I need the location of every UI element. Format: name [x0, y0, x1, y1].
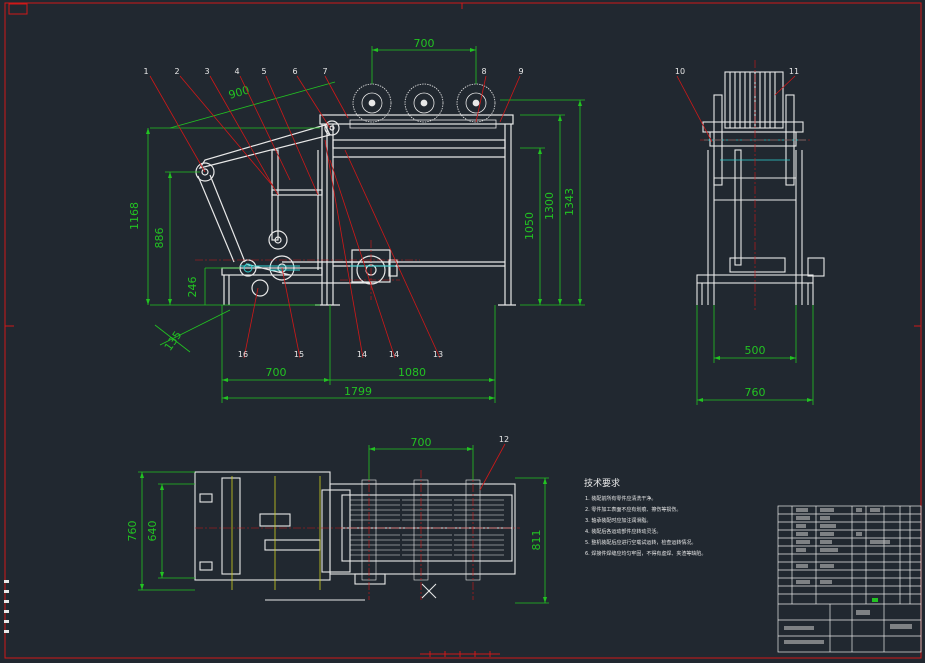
- balloon-14b: 14: [389, 350, 399, 359]
- balloon-14a: 14: [357, 350, 367, 359]
- dim-overall-1799: 1799: [344, 385, 372, 398]
- tech-notes-title: 技术要求: [584, 477, 620, 489]
- balloon-13: 13: [433, 350, 443, 359]
- balloon-15: 15: [294, 350, 304, 359]
- tech-note-6: 6. 焊接件焊缝应均匀牢固，不得有虚焊、夹渣等缺陷。: [585, 550, 706, 557]
- tech-note-5: 5. 整机装配后应进行空载试运转，检查运转情况。: [585, 539, 696, 546]
- dim-height-246: 246: [186, 277, 199, 298]
- title-block-green-marks: [872, 598, 878, 602]
- dim-height-1168: 1168: [128, 202, 141, 230]
- balloon-1: 1: [143, 67, 148, 76]
- balloon-7: 7: [322, 67, 327, 76]
- balloon-4: 4: [234, 67, 239, 76]
- dim-height-1050: 1050: [523, 212, 536, 240]
- dim-bottom-1080: 1080: [398, 366, 426, 379]
- dim-top-700: 700: [411, 436, 432, 449]
- balloon-2: 2: [174, 67, 179, 76]
- balloon-8: 8: [481, 67, 486, 76]
- balloon-5: 5: [261, 67, 266, 76]
- tech-note-1: 1. 装配前所有零件应清洗干净。: [585, 495, 656, 502]
- dim-height-1343: 1343: [563, 188, 576, 216]
- cad-drawing-canvas: 700 900 1168 886 246 135 1050 1300 1343 …: [0, 0, 925, 663]
- dim-top-640: 640: [146, 521, 159, 542]
- balloon-6: 6: [292, 67, 297, 76]
- balloon-12: 12: [499, 435, 509, 444]
- tech-note-3: 3. 轴承装配时应加注润滑脂。: [585, 517, 651, 524]
- dim-top-760: 760: [126, 521, 139, 542]
- dim-brush-pitch-top: 700: [414, 37, 435, 50]
- tech-note-4: 4. 装配后各运动部件应转动灵活。: [585, 528, 661, 535]
- dim-height-1300: 1300: [543, 192, 556, 220]
- dim-overall-760: 760: [745, 386, 766, 399]
- balloon-9: 9: [518, 67, 523, 76]
- balloon-11: 11: [789, 67, 799, 76]
- tech-note-2: 2. 零件加工表面不应有划痕、擦伤等损伤。: [585, 506, 681, 513]
- balloon-16: 16: [238, 350, 248, 359]
- balloon-10: 10: [675, 67, 685, 76]
- dim-bottom-700: 700: [266, 366, 287, 379]
- dim-inner-500: 500: [745, 344, 766, 357]
- dim-height-886: 886: [153, 228, 166, 249]
- balloon-3: 3: [204, 67, 209, 76]
- dim-top-811: 811: [530, 530, 543, 551]
